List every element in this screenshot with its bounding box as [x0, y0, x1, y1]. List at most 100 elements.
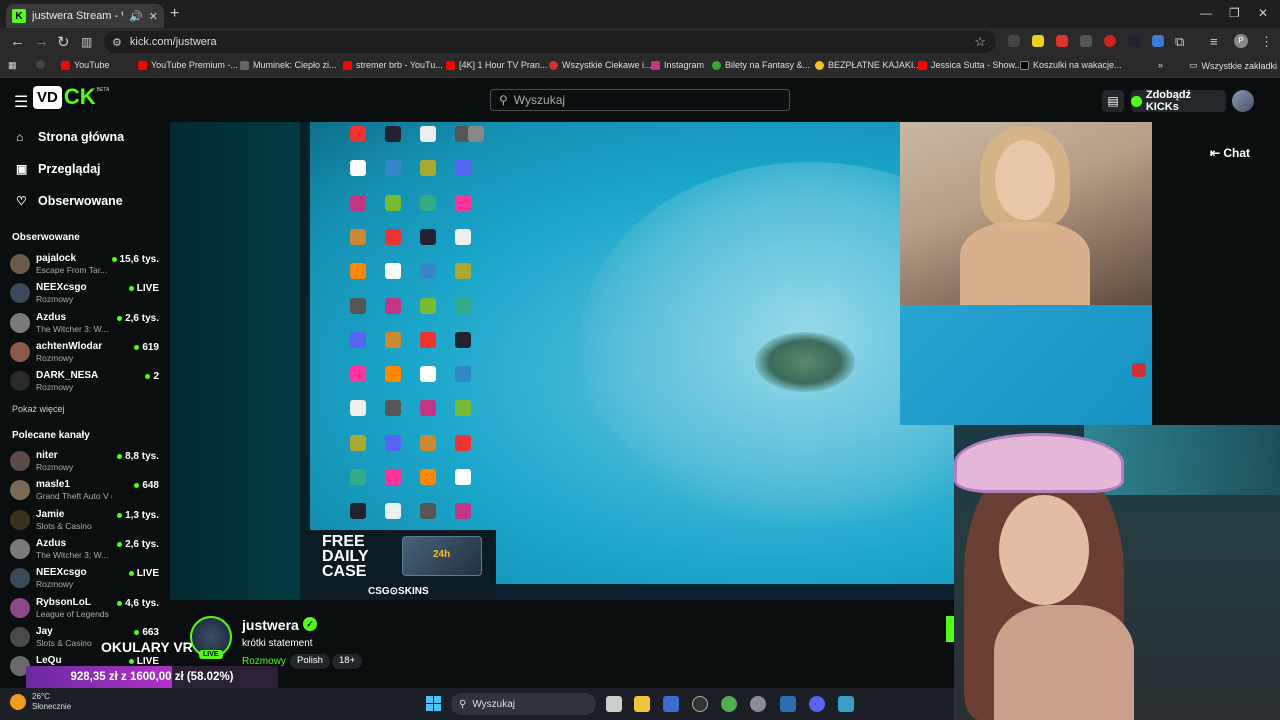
viewer-count: 15,6 tys.	[111, 254, 159, 265]
chat-expand-icon: ⇤	[1210, 146, 1224, 160]
live-dot-icon	[111, 257, 117, 262]
profile-avatar[interactable]: P	[1234, 34, 1248, 48]
site-info-icon[interactable]: ⚙	[112, 36, 122, 49]
library-button[interactable]: ▤	[1102, 90, 1124, 112]
extensions-puzzle-icon[interactable]: ⧉	[1175, 34, 1184, 50]
menu-kebab-icon[interactable]: ⋮	[1260, 34, 1273, 50]
nav-browse[interactable]: ▣ Przeglądaj	[16, 162, 101, 176]
nav-following[interactable]: ♡ Obserwowane	[16, 194, 123, 208]
channel-avatar	[10, 626, 30, 647]
viewer-count-text: LIVE	[136, 568, 159, 580]
taskbar-search[interactable]: ⚲ Wyszukaj	[451, 693, 596, 715]
sidepanel-icon[interactable]: ▥	[81, 35, 92, 49]
youtube-icon	[343, 60, 352, 70]
bookmark-wszystkie-ciekawe[interactable]: Wszystkie Ciekawe i...	[549, 60, 652, 70]
notepad-icon[interactable]	[838, 696, 854, 712]
app-icon[interactable]	[780, 696, 796, 712]
show-more-link[interactable]: Pokaż więcej	[12, 404, 65, 414]
tab-audio-icon[interactable]: 🔊	[129, 10, 143, 23]
bookmark-stremer-brb[interactable]: stremer brb - YouTu...	[343, 60, 443, 70]
url-text: kick.com/justwera	[129, 36, 217, 48]
bookmark-muminek[interactable]: Muminek: Ciepło zi...	[240, 60, 337, 70]
file-explorer-icon[interactable]	[634, 696, 650, 712]
bookmark-instagram[interactable]: Instagram	[651, 60, 704, 70]
bookmark-tv-pranks[interactable]: [4K] 1 Hour TV Pran...	[446, 60, 547, 70]
bookmark-icon[interactable]	[36, 60, 45, 69]
desktop-app-icon	[385, 228, 401, 245]
search-input[interactable]: ⚲ Wyszukaj	[490, 89, 790, 111]
bookmark-koszulki[interactable]: Koszulki na wakacje...	[1020, 60, 1122, 70]
extension-icon[interactable]	[1056, 35, 1068, 47]
weather-widget[interactable]: 26°C Słonecznie	[10, 692, 71, 712]
app-icon[interactable]	[692, 696, 708, 712]
channel-avatar	[10, 254, 30, 274]
extension-icon[interactable]	[1128, 35, 1140, 47]
channel-category: Grand Theft Auto V (G...	[36, 491, 112, 502]
channel-item[interactable]: NEEXcsgo Rozmowy LIVE	[10, 564, 165, 592]
get-kicks-button[interactable]: Zdobądź KICKs	[1131, 89, 1226, 113]
tab-close-icon[interactable]: ✕	[149, 10, 158, 23]
nav-home[interactable]: ⌂ Strona główna	[16, 130, 124, 144]
user-avatar[interactable]	[1232, 90, 1254, 112]
desktop-app-icon	[350, 126, 366, 142]
channel-name: RybsonLoL	[36, 596, 91, 608]
address-bar[interactable]: ⚙ kick.com/justwera ☆	[104, 31, 996, 53]
tag-18plus[interactable]: 18+	[332, 654, 363, 669]
channel-item[interactable]: Jamie Slots & Casino 1,3 tys.	[10, 506, 165, 534]
youtube-icon	[138, 60, 147, 70]
bookmark-youtube-premium[interactable]: YouTube Premium -...	[138, 60, 238, 70]
maximize-icon[interactable]: ❐	[1229, 6, 1240, 20]
extension-icon[interactable]	[1080, 35, 1092, 47]
viewer-count-text: 4,6 tys.	[125, 597, 159, 609]
settings-icon[interactable]	[750, 696, 766, 712]
channel-item[interactable]: masle1Grand Theft Auto V (G... 648	[10, 476, 165, 504]
channel-item[interactable]: achtenWlodar Rozmowy 619	[10, 338, 165, 366]
bookmark-star-icon[interactable]: ☆	[974, 34, 986, 50]
bookmark-kajaki[interactable]: BEZPŁATNE KAJAKI...	[815, 60, 921, 70]
follow-button-edge[interactable]	[946, 616, 954, 642]
task-view-icon[interactable]	[606, 696, 622, 712]
channel-category: Rozmowy	[36, 579, 74, 590]
tag-polish[interactable]: Polish	[290, 654, 330, 669]
extension-icon[interactable]	[1152, 35, 1164, 47]
forward-icon[interactable]: →	[34, 33, 49, 50]
chat-toggle-button[interactable]: ⇤ Chat	[1210, 146, 1250, 160]
all-bookmarks-folder[interactable]: ▭ Wszystkie zakładki	[1189, 60, 1277, 71]
bookmark-youtube[interactable]: YouTube	[61, 60, 109, 70]
discord-icon[interactable]	[809, 696, 825, 712]
minimize-icon[interactable]: —	[1200, 6, 1212, 20]
brave-icon	[549, 60, 558, 70]
tiktok-icon	[1020, 60, 1029, 70]
channel-item[interactable]: niter Rozmowy 8,8 tys.	[10, 447, 165, 475]
extension-icon[interactable]	[1104, 35, 1116, 47]
channel-item[interactable]: Azdus The Witcher 3: W... 2,6 tys.	[10, 309, 165, 337]
windows-start-icon[interactable]	[426, 696, 441, 711]
store-icon[interactable]	[663, 696, 679, 712]
hamburger-menu-icon[interactable]: ☰	[14, 92, 28, 112]
channel-item[interactable]: NEEXcsgo Rozmowy LIVE	[10, 279, 165, 307]
extension-icon[interactable]	[1032, 35, 1044, 47]
reload-icon[interactable]: ↻	[57, 33, 70, 51]
viewer-count: 2,6 tys.	[117, 539, 159, 550]
extension-icon[interactable]	[1008, 35, 1020, 47]
new-tab-button[interactable]: +	[170, 5, 179, 23]
browser-tab[interactable]: K justwera Stream - Watch Li 🔊 ✕	[6, 4, 164, 28]
channel-category: Rozmowy	[36, 382, 74, 393]
apps-grid-icon[interactable]: ▦	[8, 60, 17, 71]
channel-item[interactable]: pajalock Escape From Tar... 15,6 tys.	[10, 250, 165, 278]
bookmark-bilety[interactable]: Bilety na Fantasy &...	[712, 60, 810, 70]
viewer-count: 4,6 tys.	[117, 598, 159, 609]
more-bookmarks-chevron-icon[interactable]: »	[1158, 60, 1163, 70]
reading-list-icon[interactable]: ≡	[1210, 34, 1218, 49]
channel-item[interactable]: RybsonLoL League of Legends 4,6 tys.	[10, 594, 165, 622]
streamer-name[interactable]: justwera	[242, 617, 299, 633]
desktop-panel	[900, 305, 1152, 425]
close-window-icon[interactable]: ✕	[1258, 6, 1268, 20]
channel-item[interactable]: Azdus The Witcher 3: W... 2,6 tys.	[10, 535, 165, 563]
kick-logo[interactable]: VD CK BETA	[33, 82, 109, 112]
desktop-app-icon	[455, 434, 471, 451]
bookmark-jessica-sutta[interactable]: Jessica Sutta - Show...	[918, 60, 1022, 70]
channel-item[interactable]: DARK_NESA Rozmowy 2	[10, 367, 165, 395]
chrome-icon[interactable]	[721, 696, 737, 712]
back-icon[interactable]: ←	[10, 33, 25, 50]
